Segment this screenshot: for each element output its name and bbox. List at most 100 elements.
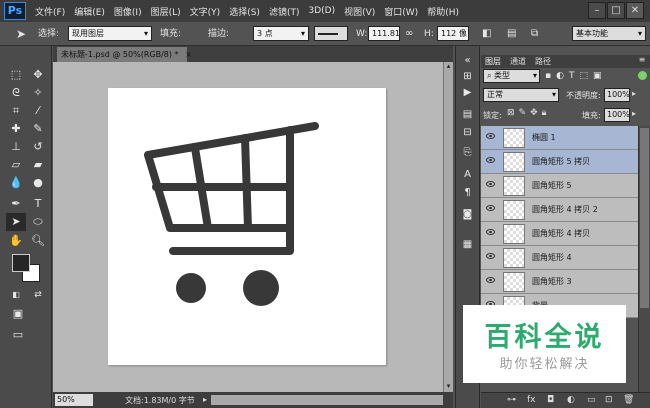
maximize-button[interactable]: □ — [607, 2, 625, 19]
new-group-icon[interactable]: ▭ — [587, 395, 596, 405]
opacity-field[interactable]: 100% — [604, 88, 630, 102]
paragraph-panel-icon[interactable]: ¶ — [459, 184, 476, 201]
visibility-eye-icon[interactable] — [486, 253, 495, 259]
fx-icon[interactable]: fx — [527, 395, 536, 405]
type-tool-icon[interactable]: T — [28, 195, 48, 213]
path-operations-icon[interactable]: ◧ — [482, 27, 491, 41]
crop-tool-icon[interactable]: ⌗ — [6, 102, 26, 120]
new-layer-icon[interactable]: ⊡ — [605, 395, 613, 405]
swatches-panel-icon[interactable]: ▦ — [459, 236, 476, 253]
shape-filter-icon[interactable]: ⬚ — [579, 71, 593, 81]
scroll-down-icon[interactable]: ▾ — [444, 382, 453, 392]
filter-toggle[interactable] — [638, 71, 647, 80]
layer-name[interactable]: 圆角矩形 4 拷贝 2 — [532, 204, 598, 215]
layer-row[interactable]: 圆角矩形 4 — [481, 246, 638, 270]
styles-panel-icon[interactable]: ⊟ — [459, 124, 476, 141]
clone-stamp-tool-icon[interactable]: ⊥ — [6, 138, 26, 156]
layer-name[interactable]: 圆角矩形 5 — [532, 180, 572, 191]
quick-mask-icon[interactable]: ▣ — [8, 305, 28, 323]
status-menu-icon[interactable]: ▸ — [203, 395, 207, 404]
default-colors-icon[interactable]: ◧ — [6, 286, 26, 304]
menu-select[interactable]: 选择(S) — [229, 5, 260, 18]
path-arrange-icon[interactable]: ⧉ — [531, 27, 538, 41]
actions-panel-icon[interactable]: ▶ — [459, 84, 476, 101]
visibility-eye-icon[interactable] — [486, 181, 495, 187]
layers-scroll-thumb[interactable] — [640, 128, 649, 308]
pen-tool-icon[interactable]: ✒ — [6, 195, 26, 213]
layer-row[interactable]: 圆角矩形 5 拷贝 — [481, 150, 638, 174]
layer-name[interactable]: 圆角矩形 3 — [532, 276, 572, 287]
visibility-eye-icon[interactable] — [486, 229, 495, 235]
horizontal-scrollbar[interactable] — [211, 395, 443, 405]
select-dropdown[interactable]: 现用图层 ▾ — [68, 26, 152, 41]
menu-filter[interactable]: 滤镜(T) — [269, 5, 300, 18]
text-filter-icon[interactable]: T — [569, 71, 580, 81]
path-selection-tool-icon[interactable]: ➤ — [6, 213, 26, 231]
menu-3d[interactable]: 3D(D) — [308, 6, 335, 16]
lock-transparency-icon[interactable]: ⊠ — [507, 108, 519, 118]
trash-icon[interactable]: 🗑︎ — [623, 395, 634, 405]
layer-mask-icon[interactable]: ◘ — [547, 395, 554, 405]
adjustment-filter-icon[interactable]: ◐ — [556, 71, 569, 81]
ellipse-tool-icon[interactable]: ⬭ — [28, 213, 48, 231]
width-field[interactable]: 111.81 — [368, 26, 400, 41]
menu-layer[interactable]: 图层(L) — [151, 5, 181, 18]
lock-all-icon[interactable]: 🔒︎ — [542, 108, 551, 118]
workspace-switcher[interactable]: 基本功能 ▾ — [572, 26, 646, 41]
layers-scrollbar[interactable] — [638, 126, 650, 392]
menu-image[interactable]: 图像(I) — [114, 5, 142, 18]
document-tab[interactable]: 未标题-1.psd @ 50%(RGB/8) * × — [57, 47, 192, 62]
zoom-tool-icon[interactable]: 🔍︎ — [28, 232, 48, 250]
image-filter-icon[interactable]: ▪ — [545, 71, 556, 81]
link-icon[interactable]: ∞ — [405, 27, 413, 41]
eyedropper-tool-icon[interactable]: ⁄ — [28, 102, 48, 120]
visibility-eye-icon[interactable] — [486, 277, 495, 283]
menu-view[interactable]: 视图(V) — [344, 5, 375, 18]
dodge-tool-icon[interactable]: ● — [28, 174, 48, 192]
collapse-panels-icon[interactable]: « — [459, 52, 476, 69]
layer-row[interactable]: 圆角矩形 3 — [481, 270, 638, 294]
height-field[interactable]: 112 像 — [437, 26, 469, 41]
lock-icons[interactable]: ⊠✎✥🔒︎ — [507, 108, 550, 118]
tab-layers[interactable]: 图层 — [485, 56, 501, 67]
history-panel-icon[interactable]: ⊞ — [459, 68, 476, 85]
layer-name[interactable]: 椭圆 1 — [532, 132, 556, 143]
layer-row[interactable]: 圆角矩形 4 拷贝 — [481, 222, 638, 246]
layer-name[interactable]: 圆角矩形 4 拷贝 — [532, 228, 590, 239]
close-button[interactable]: ✕ — [626, 2, 644, 19]
path-alignment-icon[interactable]: ▤ — [507, 27, 516, 41]
tab-close-icon[interactable]: × — [185, 50, 192, 59]
history-brush-tool-icon[interactable]: ↺ — [28, 138, 48, 156]
adjustment-layer-icon[interactable]: ◐ — [567, 395, 575, 405]
zoom-field[interactable]: 50% — [55, 394, 93, 406]
visibility-eye-icon[interactable] — [486, 133, 495, 139]
stroke-style-dropdown[interactable] — [314, 26, 348, 41]
tool-presets-icon[interactable]: ◙ — [459, 206, 476, 223]
gradient-tool-icon[interactable]: ▰ — [28, 156, 48, 174]
adjustments-panel-icon[interactable]: ▤ — [459, 106, 476, 123]
panel-menu-icon[interactable]: ≡ — [636, 55, 648, 67]
menu-window[interactable]: 窗口(W) — [384, 5, 418, 18]
fill-arrow-icon[interactable]: ▸ — [632, 109, 636, 118]
marquee-tool-icon[interactable]: ⬚ — [6, 66, 26, 84]
scroll-up-icon[interactable]: ▴ — [444, 62, 453, 72]
menu-help[interactable]: 帮助(H) — [427, 5, 459, 18]
fill-field[interactable]: 100% — [604, 108, 630, 122]
move-tool-icon[interactable]: ➤ — [16, 27, 26, 41]
link-layers-icon[interactable]: ⊶ — [507, 395, 516, 405]
eraser-tool-icon[interactable]: ▱ — [6, 156, 26, 174]
lock-position-icon[interactable]: ✥ — [530, 108, 542, 118]
layer-row[interactable]: 圆角矩形 4 拷贝 2 — [481, 198, 638, 222]
brush-tool-icon[interactable]: ✎ — [28, 120, 48, 138]
lock-pixels-icon[interactable]: ✎ — [519, 108, 531, 118]
layer-name[interactable]: 圆角矩形 4 — [532, 252, 572, 263]
swap-colors-icon[interactable]: ⇄ — [28, 286, 48, 304]
menu-type[interactable]: 文字(Y) — [190, 5, 221, 18]
magic-wand-tool-icon[interactable]: ✧ — [28, 84, 48, 102]
blur-tool-icon[interactable]: 💧 — [6, 174, 26, 192]
minimize-button[interactable]: – — [588, 2, 606, 19]
canvas[interactable] — [108, 88, 386, 365]
stroke-width-field[interactable]: 3 点 ▾ — [253, 26, 309, 41]
foreground-color-swatch[interactable] — [12, 254, 30, 272]
move-tool-icon[interactable]: ✥ — [28, 66, 48, 84]
